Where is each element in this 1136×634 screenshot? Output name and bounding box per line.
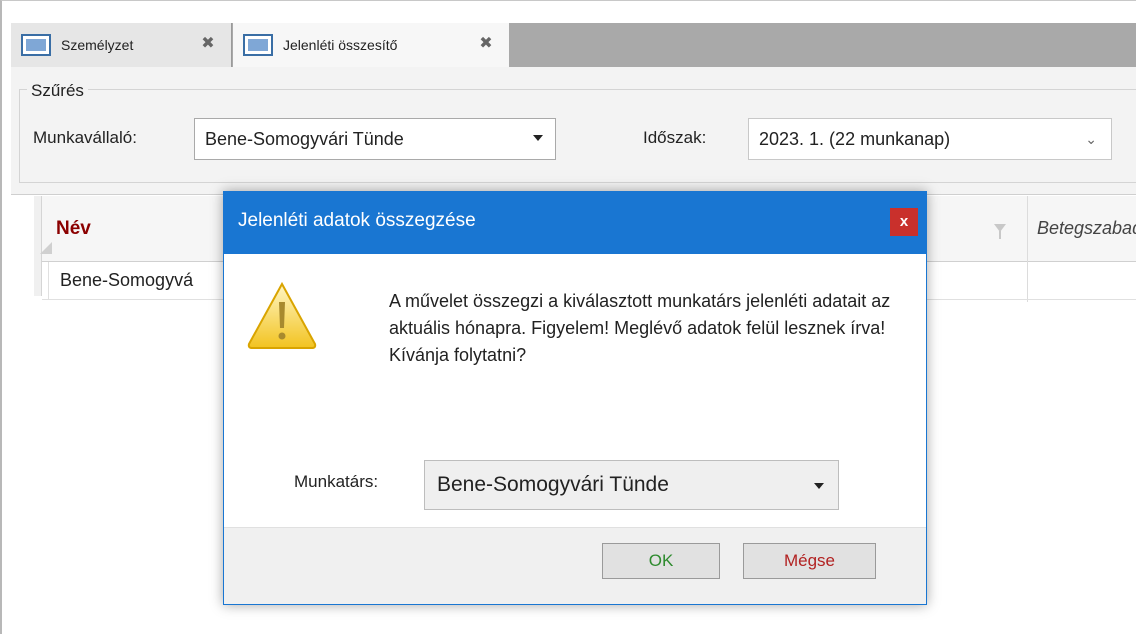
period-select[interactable]: 2023. 1. (22 munkanap) ⌄ <box>748 118 1112 160</box>
warning-icon <box>247 281 317 349</box>
employee-select-value: Bene-Somogyvári Tünde <box>205 128 404 149</box>
tab-label: Jelenléti összesítő <box>283 37 398 53</box>
dialog-employee-value: Bene-Somogyvári Tünde <box>437 473 669 496</box>
period-label: Időszak: <box>643 128 707 147</box>
window-icon <box>243 34 273 56</box>
filter-group-title: Szűrés <box>27 81 88 101</box>
tab-szemelyzet[interactable]: Személyzet ✖ <box>11 23 232 67</box>
dropdown-arrow-icon <box>533 135 543 141</box>
dialog-title: Jelenléti adatok összegzése <box>238 210 476 231</box>
tab-label: Személyzet <box>61 37 134 53</box>
dropdown-arrow-icon <box>814 483 824 489</box>
window-icon <box>21 34 51 56</box>
filter-icon[interactable] <box>994 224 1006 239</box>
select-all-corner-icon[interactable] <box>40 242 52 254</box>
tab-strip: Személyzet ✖ Jelenléti összesítő ✖ <box>11 23 1136 67</box>
dialog-employee-label: Munkatárs: <box>294 472 379 491</box>
filter-panel: Szűrés Munkavállaló: Bene-Somogyvári Tün… <box>11 67 1136 195</box>
summary-dialog: Jelenléti adatok összegzése x A művelet … <box>223 191 927 605</box>
dialog-footer: OK Mégse <box>224 527 926 604</box>
dialog-message: A művelet összegzi a kiválasztott munkat… <box>389 291 891 365</box>
cell-name: Bene-Somogyvá <box>60 270 194 290</box>
column-header-betegszabad[interactable]: Betegszabad <box>1037 218 1136 239</box>
column-header-nev[interactable]: Név <box>56 218 91 240</box>
row-selector <box>48 262 49 300</box>
period-select-value: 2023. 1. (22 munkanap) <box>759 128 951 149</box>
employee-select[interactable]: Bene-Somogyvári Tünde <box>194 118 556 160</box>
app-window: Személyzet ✖ Jelenléti összesítő ✖ Szűré… <box>0 0 1136 634</box>
dialog-employee-select[interactable]: Bene-Somogyvári Tünde <box>424 460 839 510</box>
ok-button[interactable]: OK <box>602 543 720 579</box>
cancel-button[interactable]: Mégse <box>743 543 876 579</box>
close-icon[interactable]: ✖ <box>477 35 495 53</box>
dialog-titlebar[interactable]: Jelenléti adatok összegzése x <box>224 192 926 254</box>
dialog-close-button[interactable]: x <box>890 208 918 236</box>
employee-label: Munkavállaló: <box>33 128 137 147</box>
chevron-down-icon: ⌄ <box>1085 131 1097 147</box>
close-icon[interactable]: ✖ <box>199 35 217 53</box>
tab-jelenleti-osszesito[interactable]: Jelenléti összesítő ✖ <box>233 23 509 67</box>
